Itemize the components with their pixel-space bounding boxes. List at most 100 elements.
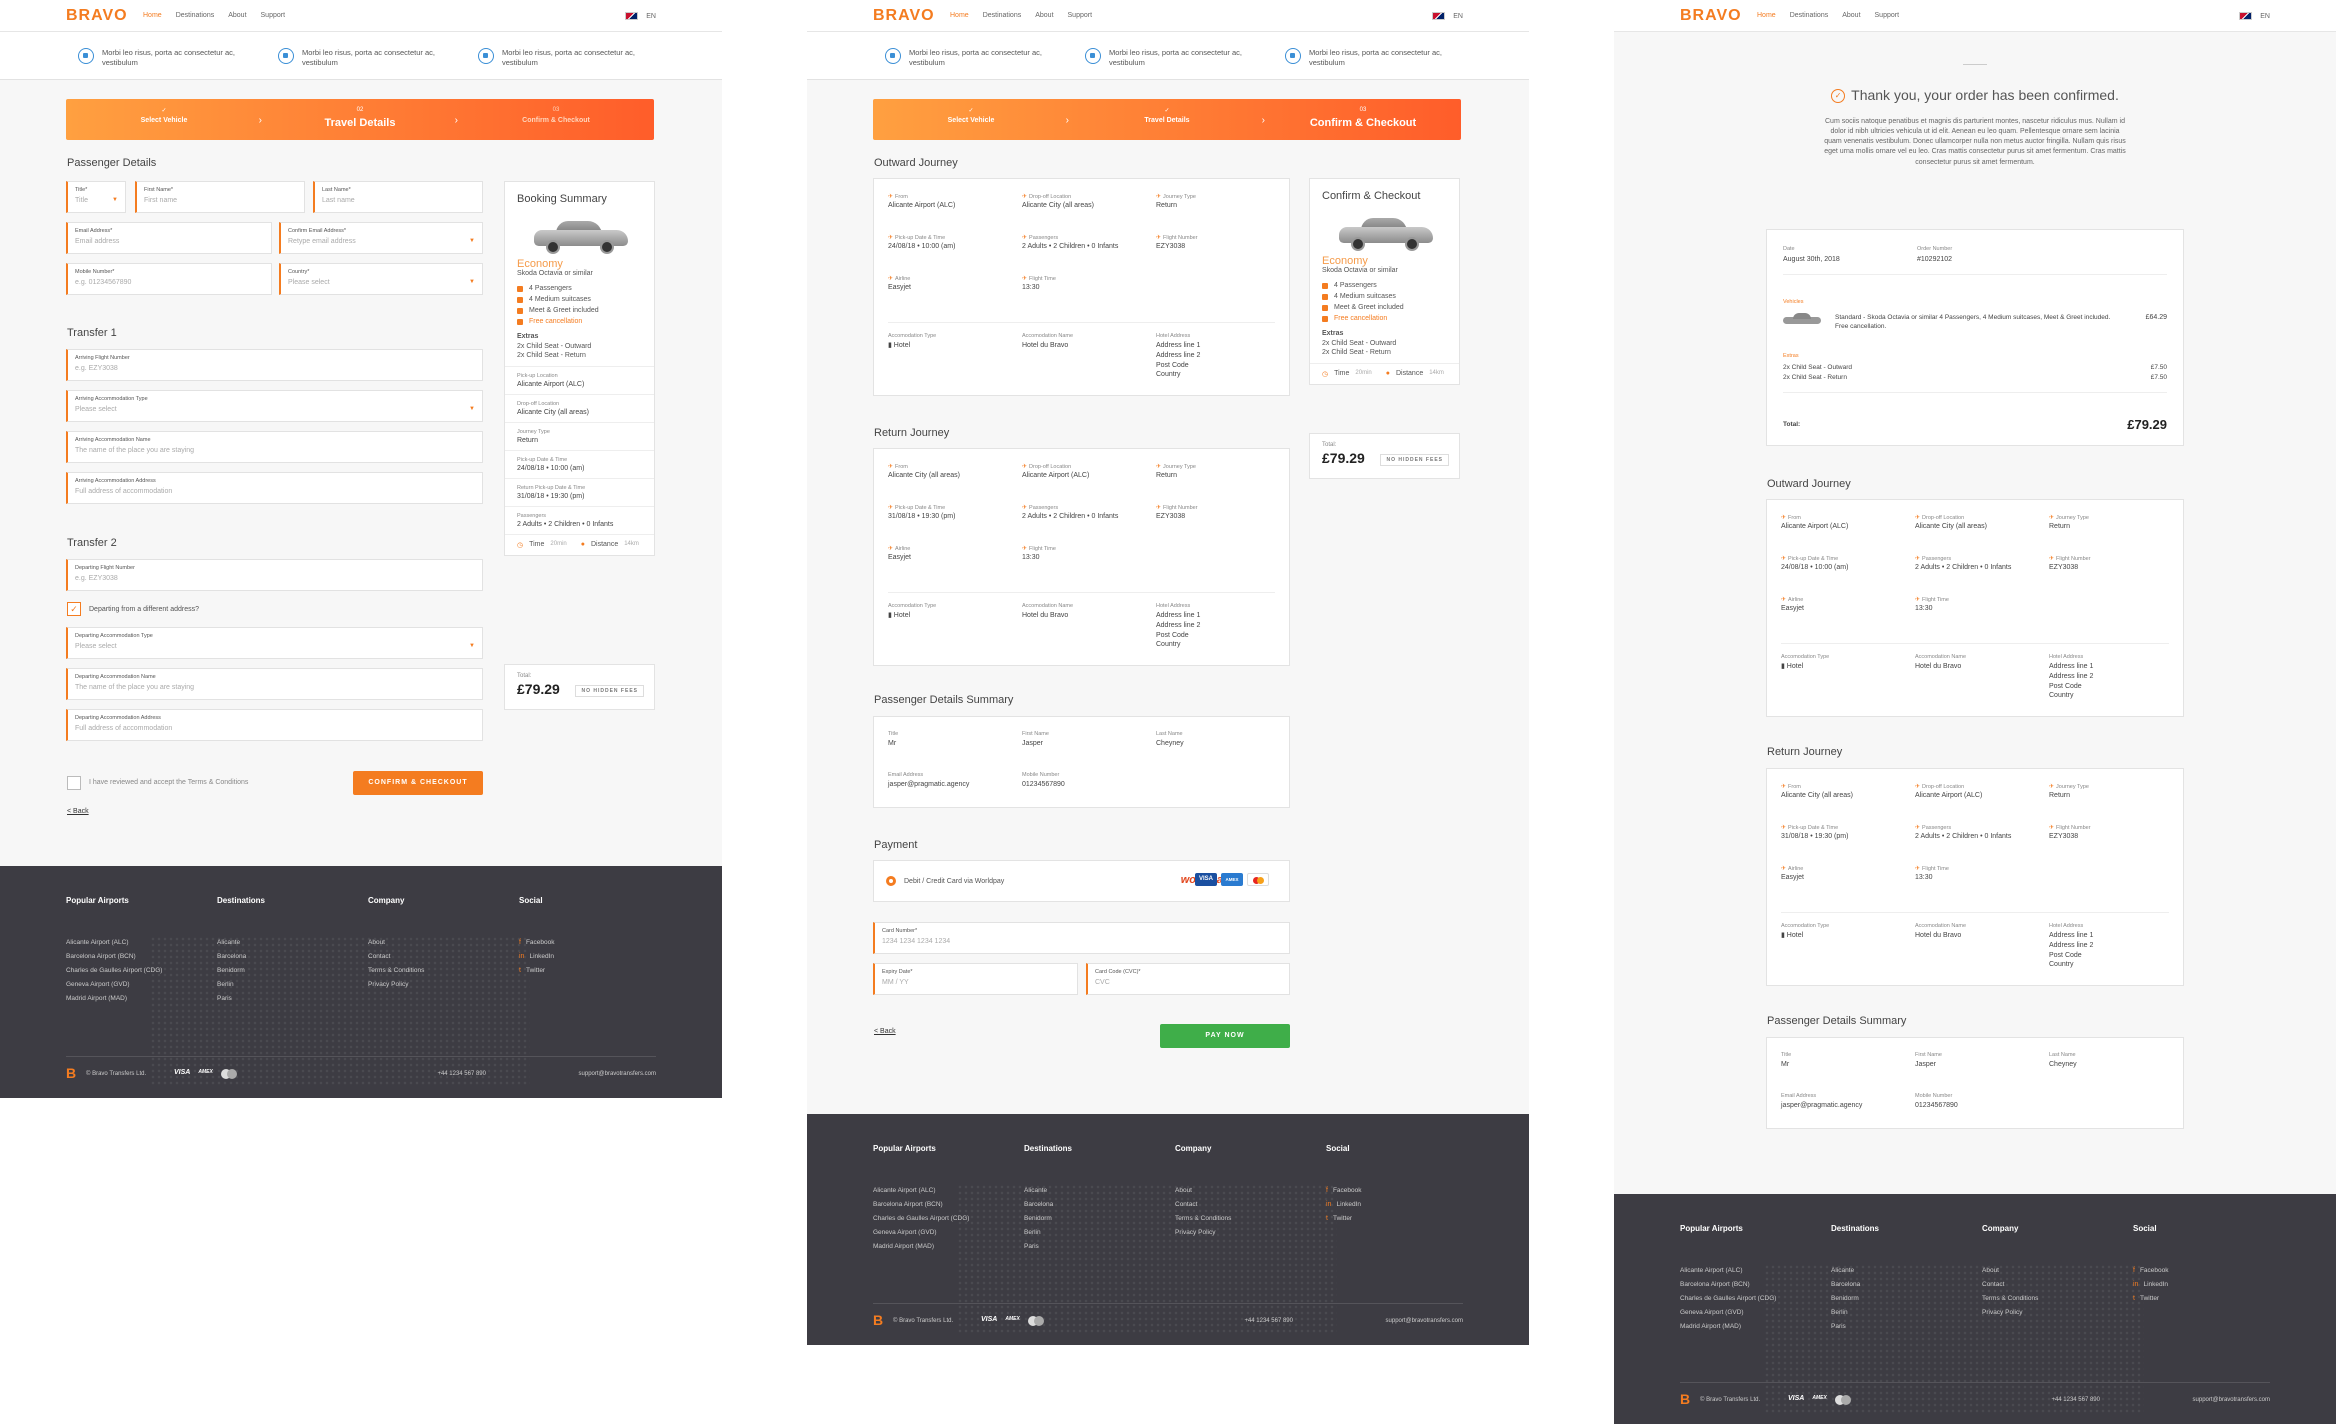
footer-link[interactable]: Contact bbox=[368, 949, 424, 963]
first-name-input[interactable]: First Name* First name bbox=[135, 181, 305, 213]
card-number-input[interactable]: Card Number* 1234 1234 1234 1234 bbox=[873, 922, 1290, 954]
footer-link[interactable]: Terms & Conditions bbox=[368, 963, 424, 977]
footer-link[interactable]: Alicante Airport (ALC) bbox=[873, 1183, 969, 1197]
logo[interactable]: BRAVO bbox=[1680, 7, 1742, 25]
footer-link[interactable]: Charles de Gaulles Airport (CDG) bbox=[1680, 1291, 1776, 1305]
footer-link[interactable]: Barcelona bbox=[217, 949, 265, 963]
transfer1-field[interactable]: Arriving Accommodation Type Please select… bbox=[66, 390, 483, 422]
footer-link[interactable]: Barcelona bbox=[1831, 1277, 1879, 1291]
footer-link[interactable]: Terms & Conditions bbox=[1982, 1291, 2038, 1305]
footer-link[interactable]: Benidorm bbox=[1831, 1291, 1879, 1305]
step-3[interactable]: 03 Confirm & Checkout bbox=[1265, 99, 1461, 140]
footer-email[interactable]: support@bravotransfers.com bbox=[2193, 1397, 2270, 1403]
step-2[interactable]: ✓ Travel Details › bbox=[1069, 99, 1265, 140]
footer-link[interactable]: Alicante bbox=[1831, 1263, 1879, 1277]
footer-link[interactable]: Paris bbox=[1024, 1239, 1072, 1253]
nav-link[interactable]: About bbox=[1035, 12, 1053, 19]
footer-link[interactable]: Barcelona Airport (BCN) bbox=[66, 949, 162, 963]
footer-link[interactable]: Alicante bbox=[1024, 1183, 1072, 1197]
nav-link[interactable]: About bbox=[1842, 12, 1860, 19]
footer-phone[interactable]: +44 1234 567 890 bbox=[2051, 1397, 2100, 1403]
footer-link[interactable]: Geneva Airport (GVD) bbox=[873, 1225, 969, 1239]
nav-link[interactable]: Destinations bbox=[1790, 12, 1829, 19]
footer-link[interactable]: Alicante bbox=[217, 935, 265, 949]
step-1[interactable]: ✓ Select Vehicle › bbox=[66, 99, 262, 140]
transfer2-field[interactable]: Departing Accommodation Address Full addr… bbox=[66, 709, 483, 741]
footer-link[interactable]: f Facebook bbox=[2133, 1263, 2169, 1277]
terms-checkbox[interactable] bbox=[67, 776, 81, 790]
footer-link[interactable]: Geneva Airport (GVD) bbox=[1680, 1305, 1776, 1319]
footer-link[interactable]: About bbox=[1982, 1263, 2038, 1277]
back-link[interactable]: < Back bbox=[874, 1028, 896, 1035]
cvc-input[interactable]: Card Code (CVC)* CVC bbox=[1086, 963, 1290, 995]
transfer2-field[interactable]: Departing Accommodation Name The name of … bbox=[66, 668, 483, 700]
footer-link[interactable]: Barcelona Airport (BCN) bbox=[1680, 1277, 1776, 1291]
last-name-input[interactable]: Last Name* Last name bbox=[313, 181, 483, 213]
logo[interactable]: BRAVO bbox=[66, 7, 128, 25]
payment-method-option[interactable]: Debit / Credit Card via Worldpay worldpa… bbox=[873, 860, 1290, 902]
transfer1-field[interactable]: Arriving Flight Number e.g. EZY3038 bbox=[66, 349, 483, 381]
mobile-input[interactable]: Mobile Number* e.g. 01234567890 bbox=[66, 263, 272, 295]
footer-link[interactable]: Charles de Gaulles Airport (CDG) bbox=[66, 963, 162, 977]
footer-link[interactable]: About bbox=[368, 935, 424, 949]
step-2[interactable]: 02 Travel Details › bbox=[262, 99, 458, 140]
footer-link[interactable]: in LinkedIn bbox=[1326, 1197, 1362, 1211]
nav-link[interactable]: About bbox=[228, 12, 246, 19]
nav-link[interactable]: Support bbox=[1875, 12, 1900, 19]
step-1[interactable]: ✓ Select Vehicle › bbox=[873, 99, 1069, 140]
footer-link[interactable]: Paris bbox=[1831, 1319, 1879, 1333]
footer-link[interactable]: t Twitter bbox=[519, 963, 555, 977]
footer-link[interactable]: f Facebook bbox=[519, 935, 555, 949]
footer-link[interactable]: f Facebook bbox=[1326, 1183, 1362, 1197]
footer-link[interactable]: Madrid Airport (MAD) bbox=[1680, 1319, 1776, 1333]
footer-link[interactable]: Privacy Policy bbox=[1982, 1305, 2038, 1319]
footer-link[interactable]: Terms & Conditions bbox=[1175, 1211, 1231, 1225]
footer-link[interactable]: Contact bbox=[1175, 1197, 1231, 1211]
logo[interactable]: BRAVO bbox=[873, 7, 935, 25]
language-selector[interactable]: EN bbox=[2260, 13, 2270, 20]
language-selector[interactable]: EN bbox=[1453, 13, 1463, 20]
transfer2-field[interactable]: Departing Accommodation Type Please selec… bbox=[66, 627, 483, 659]
uk-flag-icon[interactable] bbox=[2239, 12, 2253, 20]
nav-link[interactable]: Support bbox=[1068, 12, 1093, 19]
nav-link[interactable]: Home bbox=[1757, 12, 1776, 19]
footer-link[interactable]: Barcelona Airport (BCN) bbox=[873, 1197, 969, 1211]
footer-email[interactable]: support@bravotransfers.com bbox=[1386, 1318, 1463, 1324]
footer-logo[interactable]: B bbox=[873, 1312, 883, 1328]
nav-link[interactable]: Home bbox=[143, 12, 162, 19]
email-input[interactable]: Email Address* Email address bbox=[66, 222, 272, 254]
nav-link[interactable]: Destinations bbox=[176, 12, 215, 19]
footer-link[interactable]: Berlin bbox=[1831, 1305, 1879, 1319]
title-select[interactable]: Title* Title ▼ bbox=[66, 181, 126, 213]
uk-flag-icon[interactable] bbox=[1432, 12, 1446, 20]
back-link[interactable]: < Back bbox=[67, 808, 89, 815]
footer-link[interactable]: t Twitter bbox=[1326, 1211, 1362, 1225]
footer-link[interactable]: in LinkedIn bbox=[519, 949, 555, 963]
footer-phone[interactable]: +44 1234 567 890 bbox=[437, 1071, 486, 1077]
footer-link[interactable]: in LinkedIn bbox=[2133, 1277, 2169, 1291]
transfer1-field[interactable]: Arriving Accommodation Address Full addre… bbox=[66, 472, 483, 504]
footer-link[interactable]: About bbox=[1175, 1183, 1231, 1197]
footer-link[interactable]: Alicante Airport (ALC) bbox=[1680, 1263, 1776, 1277]
nav-link[interactable]: Home bbox=[950, 12, 969, 19]
footer-link[interactable]: Alicante Airport (ALC) bbox=[66, 935, 162, 949]
transfer1-field[interactable]: Arriving Accommodation Name The name of t… bbox=[66, 431, 483, 463]
footer-link[interactable]: Privacy Policy bbox=[368, 977, 424, 991]
footer-link[interactable]: Privacy Policy bbox=[1175, 1225, 1231, 1239]
footer-link[interactable]: Benidorm bbox=[217, 963, 265, 977]
footer-phone[interactable]: +44 1234 567 890 bbox=[1244, 1318, 1293, 1324]
nav-link[interactable]: Support bbox=[261, 12, 286, 19]
uk-flag-icon[interactable] bbox=[625, 12, 639, 20]
footer-link[interactable]: Benidorm bbox=[1024, 1211, 1072, 1225]
footer-link[interactable]: Charles de Gaulles Airport (CDG) bbox=[873, 1211, 969, 1225]
step-3[interactable]: 03 Confirm & Checkout bbox=[458, 99, 654, 140]
footer-link[interactable]: Contact bbox=[1982, 1277, 2038, 1291]
footer-link[interactable]: Madrid Airport (MAD) bbox=[873, 1239, 969, 1253]
confirm-checkout-button[interactable]: CONFIRM & CHECKOUT bbox=[353, 771, 483, 795]
footer-link[interactable]: t Twitter bbox=[2133, 1291, 2169, 1305]
confirm-email-input[interactable]: Confirm Email Address* Retype email addre… bbox=[279, 222, 483, 254]
footer-link[interactable]: Berlin bbox=[1024, 1225, 1072, 1239]
footer-link[interactable]: Berlin bbox=[217, 977, 265, 991]
nav-link[interactable]: Destinations bbox=[983, 12, 1022, 19]
footer-link[interactable]: Madrid Airport (MAD) bbox=[66, 991, 162, 1005]
